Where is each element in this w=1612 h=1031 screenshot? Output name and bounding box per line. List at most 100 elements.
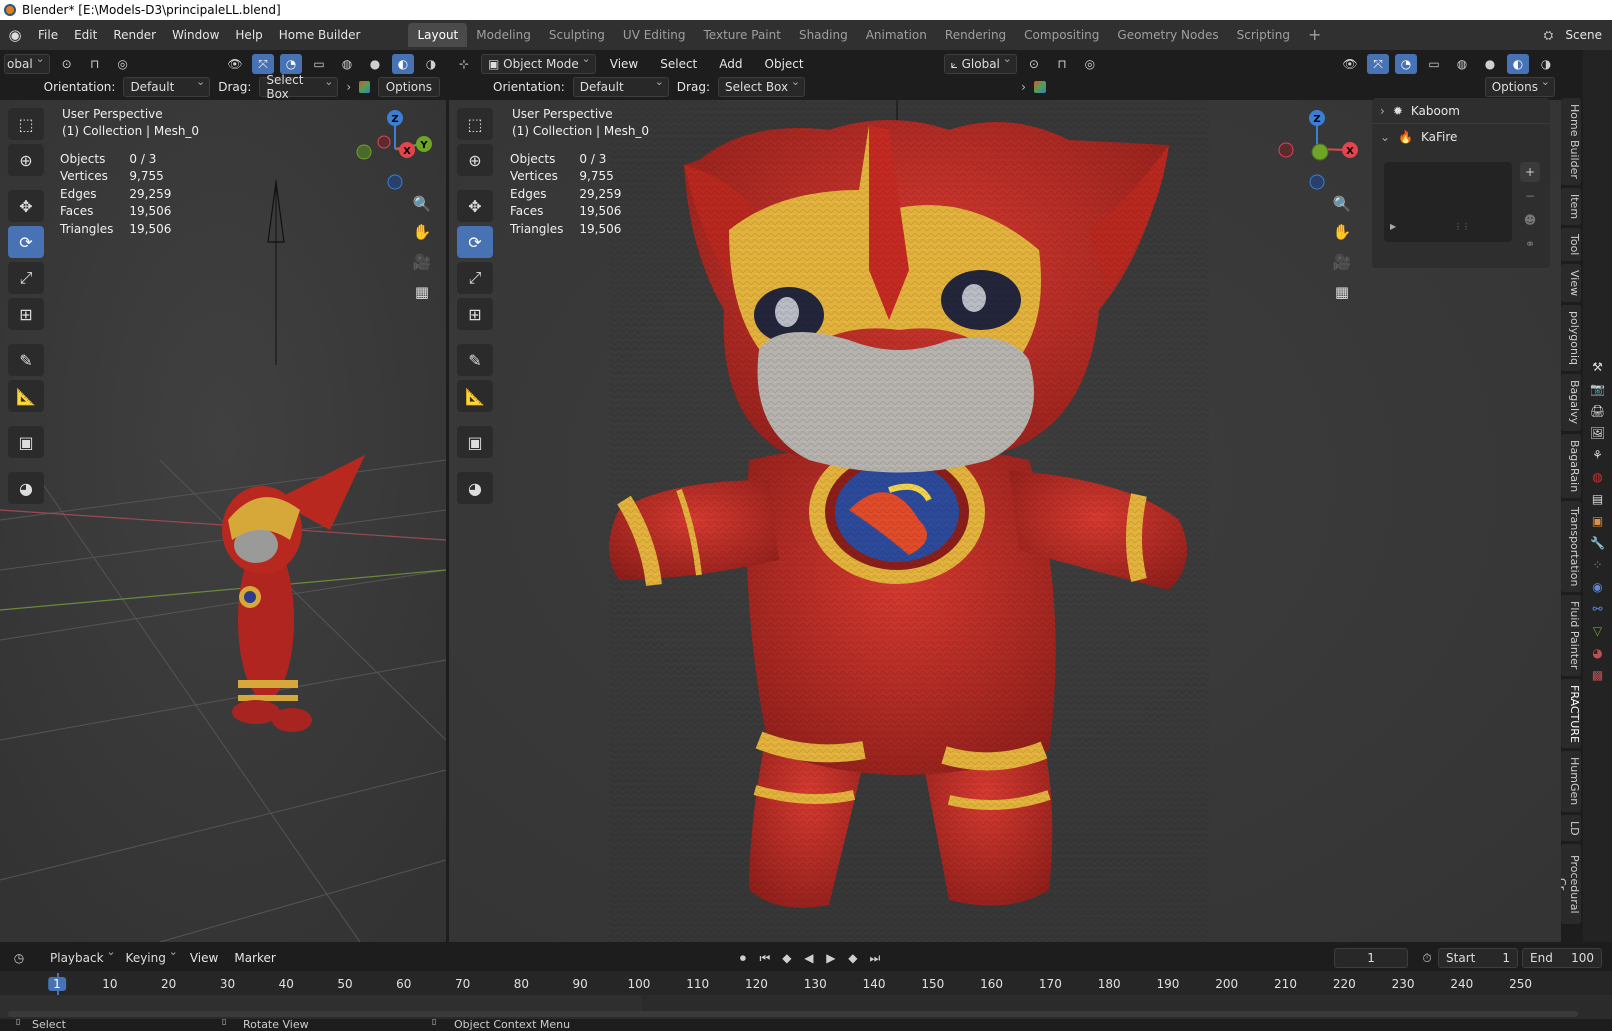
rendered-shading-icon[interactable]: ◑ bbox=[420, 54, 442, 74]
main-cursor-tool-icon[interactable]: ⊕ bbox=[457, 144, 493, 176]
playback-menu[interactable]: Playback bbox=[44, 945, 120, 968]
kafire-list-box[interactable]: ▶ ⋮⋮ bbox=[1384, 162, 1512, 242]
preview-range-icon[interactable]: ⏱ bbox=[1416, 948, 1438, 968]
main-gem-icon[interactable] bbox=[1033, 81, 1046, 93]
scene-name[interactable]: Scene bbox=[1559, 28, 1612, 42]
proportional-icon[interactable]: ◎ bbox=[112, 54, 134, 74]
physics-props-icon[interactable]: ◉ bbox=[1592, 580, 1602, 594]
vtab-fluid-painter[interactable]: Fluid Painter bbox=[1561, 595, 1581, 676]
left-3d-viewport[interactable]: ⬚ ⊕ ✥ ⟳ ⤢ ⊞ ✎ 📐 ▣ ◕ User Perspective (1)… bbox=[0, 100, 446, 942]
list-user-icon[interactable]: ☻ bbox=[1520, 210, 1540, 230]
menu-edit[interactable]: Edit bbox=[66, 24, 105, 46]
measure-tool-icon[interactable]: 📐 bbox=[8, 380, 44, 412]
list-add-icon[interactable]: + bbox=[1520, 162, 1540, 182]
left-transform-orientation[interactable]: obal bbox=[4, 52, 50, 74]
play-icon[interactable]: ▶ bbox=[820, 948, 842, 968]
main-navigation-gizmo[interactable]: Z X bbox=[1272, 104, 1362, 194]
vtab-humgen[interactable]: HumGen bbox=[1561, 751, 1581, 812]
main-add-cube-tool-icon[interactable]: ▣ bbox=[457, 426, 493, 458]
tab-texture-paint[interactable]: Texture Paint bbox=[695, 23, 790, 47]
editor-type-icon[interactable]: ⊹ bbox=[453, 54, 475, 74]
tool-props-icon[interactable]: ⚒ bbox=[1592, 360, 1603, 374]
wireframe-shading-icon[interactable]: ◍ bbox=[336, 54, 358, 74]
left-options-button[interactable]: Options bbox=[377, 77, 440, 97]
main-camera-view-icon[interactable]: 🎥 bbox=[1330, 250, 1354, 274]
menu-select[interactable]: Select bbox=[652, 53, 705, 75]
main-drag-dropdown[interactable]: Select Box bbox=[717, 75, 806, 97]
main-material-shading-icon[interactable]: ◐ bbox=[1507, 54, 1529, 74]
collection-props-icon[interactable]: ▤ bbox=[1592, 492, 1603, 506]
world-props-icon[interactable]: ◍ bbox=[1592, 470, 1602, 484]
modifier-props-icon[interactable]: 🔧 bbox=[1590, 536, 1605, 550]
main-annotate-tool-icon[interactable]: ✎ bbox=[457, 344, 493, 376]
ortho-grid-icon[interactable]: ▦ bbox=[410, 280, 434, 304]
zoom-icon[interactable]: 🔍 bbox=[410, 192, 434, 216]
add-cube-tool-icon[interactable]: ▣ bbox=[8, 426, 44, 458]
menu-render[interactable]: Render bbox=[105, 24, 164, 46]
timeline-view-menu[interactable]: View bbox=[182, 947, 226, 969]
list-expand-icon[interactable]: ▶ bbox=[1390, 222, 1396, 231]
list-link-icon[interactable]: ⚭ bbox=[1520, 234, 1540, 254]
main-pivot-icon[interactable]: ⊙ bbox=[1023, 54, 1045, 74]
start-frame-field[interactable]: Start 1 bbox=[1438, 948, 1519, 968]
jump-end-icon[interactable]: ⏭ bbox=[864, 948, 886, 968]
move-tool-icon[interactable]: ✥ bbox=[8, 190, 44, 222]
timeline-area[interactable]: 1 10 20 30 40 50 60 70 80 90 100 110 120 130 140 150 160… bbox=[0, 971, 1612, 1019]
vtab-bagarain[interactable]: BagaRain bbox=[1561, 433, 1581, 498]
pan-hand-icon[interactable]: ✋ bbox=[410, 220, 434, 244]
vtab-fracture[interactable]: FRACTURE bbox=[1561, 678, 1581, 749]
main-pan-hand-icon[interactable]: ✋ bbox=[1330, 220, 1354, 244]
scene-props-icon[interactable]: ⚘ bbox=[1592, 448, 1603, 462]
prev-keyframe-icon[interactable]: ◆ bbox=[776, 948, 798, 968]
vtab-procedural[interactable]: Procedural Cr bbox=[1561, 844, 1581, 925]
keying-menu[interactable]: Keying bbox=[120, 945, 182, 968]
material-shading-icon[interactable]: ◐ bbox=[392, 54, 414, 74]
tab-uv-editing[interactable]: UV Editing bbox=[614, 23, 695, 47]
extra-tool-icon[interactable]: ◕ bbox=[8, 472, 44, 504]
main-wireframe-shading-icon[interactable]: ◍ bbox=[1451, 54, 1473, 74]
list-resize-handle-icon[interactable]: ⋮⋮ bbox=[1454, 222, 1470, 231]
vtab-bagalvy[interactable]: Bagalvy bbox=[1561, 374, 1581, 431]
menu-window[interactable]: Window bbox=[164, 24, 227, 46]
timeline-editor-type-icon[interactable]: ◷ bbox=[8, 948, 30, 968]
timeline-scrollbar[interactable] bbox=[8, 1011, 1578, 1017]
record-icon[interactable]: ⏺ bbox=[732, 948, 754, 968]
main-orientation-dropdown[interactable]: Default bbox=[572, 75, 669, 97]
annotate-tool-icon[interactable]: ✎ bbox=[8, 344, 44, 376]
menu-file[interactable]: File bbox=[30, 24, 66, 46]
camera-view-icon[interactable]: 🎥 bbox=[410, 250, 434, 274]
rotate-tool-icon[interactable]: ⟳ bbox=[8, 226, 44, 258]
main-rendered-shading-icon[interactable]: ◑ bbox=[1535, 54, 1557, 74]
vtab-item[interactable]: Item bbox=[1561, 187, 1581, 225]
vtab-polygoniq[interactable]: polygoniq bbox=[1561, 305, 1581, 372]
current-frame-field[interactable]: 1 bbox=[1334, 948, 1409, 968]
solid-shading-icon[interactable]: ● bbox=[364, 54, 386, 74]
select-box-tool-icon[interactable]: ⬚ bbox=[8, 108, 44, 140]
particles-props-icon[interactable]: ⁘ bbox=[1592, 558, 1602, 572]
left-drag-dropdown[interactable]: Select Box bbox=[259, 73, 339, 101]
left-orientation-dropdown[interactable]: Default bbox=[123, 75, 211, 97]
vtab-view[interactable]: View bbox=[1561, 264, 1581, 303]
menu-add[interactable]: Add bbox=[711, 53, 750, 75]
play-reverse-icon[interactable]: ◀ bbox=[798, 948, 820, 968]
tab-geometry-nodes[interactable]: Geometry Nodes bbox=[1108, 23, 1227, 47]
tab-layout[interactable]: Layout bbox=[408, 23, 468, 47]
main-select-box-tool-icon[interactable]: ⬚ bbox=[457, 108, 493, 140]
texture-props-icon[interactable]: ▩ bbox=[1592, 668, 1603, 682]
main-expand-chevron-icon[interactable]: › bbox=[1021, 80, 1026, 94]
tab-shading[interactable]: Shading bbox=[790, 23, 857, 47]
tab-sculpting[interactable]: Sculpting bbox=[540, 23, 614, 47]
list-remove-icon[interactable]: − bbox=[1520, 186, 1540, 206]
main-extra-tool-icon[interactable]: ◕ bbox=[457, 472, 493, 504]
tab-rendering[interactable]: Rendering bbox=[936, 23, 1015, 47]
menu-home-builder[interactable]: Home Builder bbox=[271, 24, 369, 46]
mode-dropdown[interactable]: ▣ Object Mode bbox=[481, 52, 596, 74]
menu-help[interactable]: Help bbox=[227, 24, 270, 46]
main-snap-icon[interactable]: ⊓ bbox=[1051, 54, 1073, 74]
vtab-tool[interactable]: Tool bbox=[1561, 227, 1581, 262]
tab-modeling[interactable]: Modeling bbox=[467, 23, 540, 47]
main-gizmo-toggle-icon[interactable]: ⤧ bbox=[1367, 54, 1389, 74]
visibility-icon[interactable]: 👁 bbox=[224, 54, 246, 74]
main-solid-shading-icon[interactable]: ● bbox=[1479, 54, 1501, 74]
scale-tool-icon[interactable]: ⤢ bbox=[8, 262, 44, 294]
